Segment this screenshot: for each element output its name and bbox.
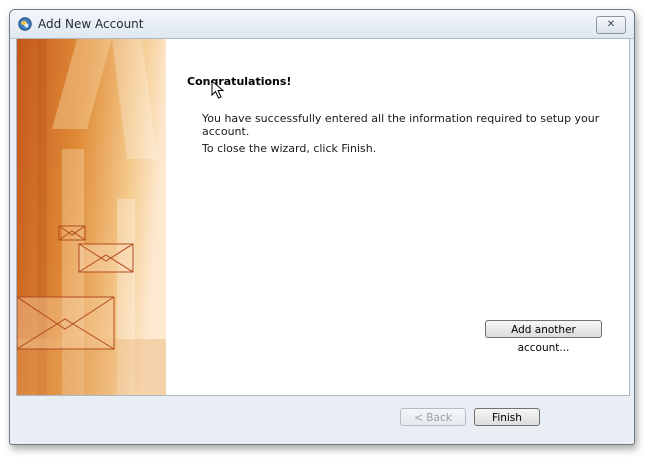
title-bar[interactable]: Add New Account ✕ [10,10,634,39]
close-icon: ✕ [606,19,616,30]
close-button[interactable]: ✕ [596,16,626,34]
add-another-account-button[interactable]: Add another account... [485,320,602,354]
back-button[interactable]: < Back [400,408,466,426]
congratulations-heading: Congratulations! [187,75,292,88]
finish-button[interactable]: Finish [474,408,540,426]
success-message: You have successfully entered all the in… [202,112,600,138]
outlook-icon [18,17,32,31]
envelope-banner-image [17,39,166,395]
finish-instruction: To close the wizard, click Finish. [202,142,377,155]
add-account-dialog: Add New Account ✕ Congratulations! You h… [9,9,635,445]
window-title: Add New Account [38,17,144,31]
wizard-page: Congratulations! You have successfully e… [16,38,630,396]
mouse-cursor-icon [211,80,225,99]
